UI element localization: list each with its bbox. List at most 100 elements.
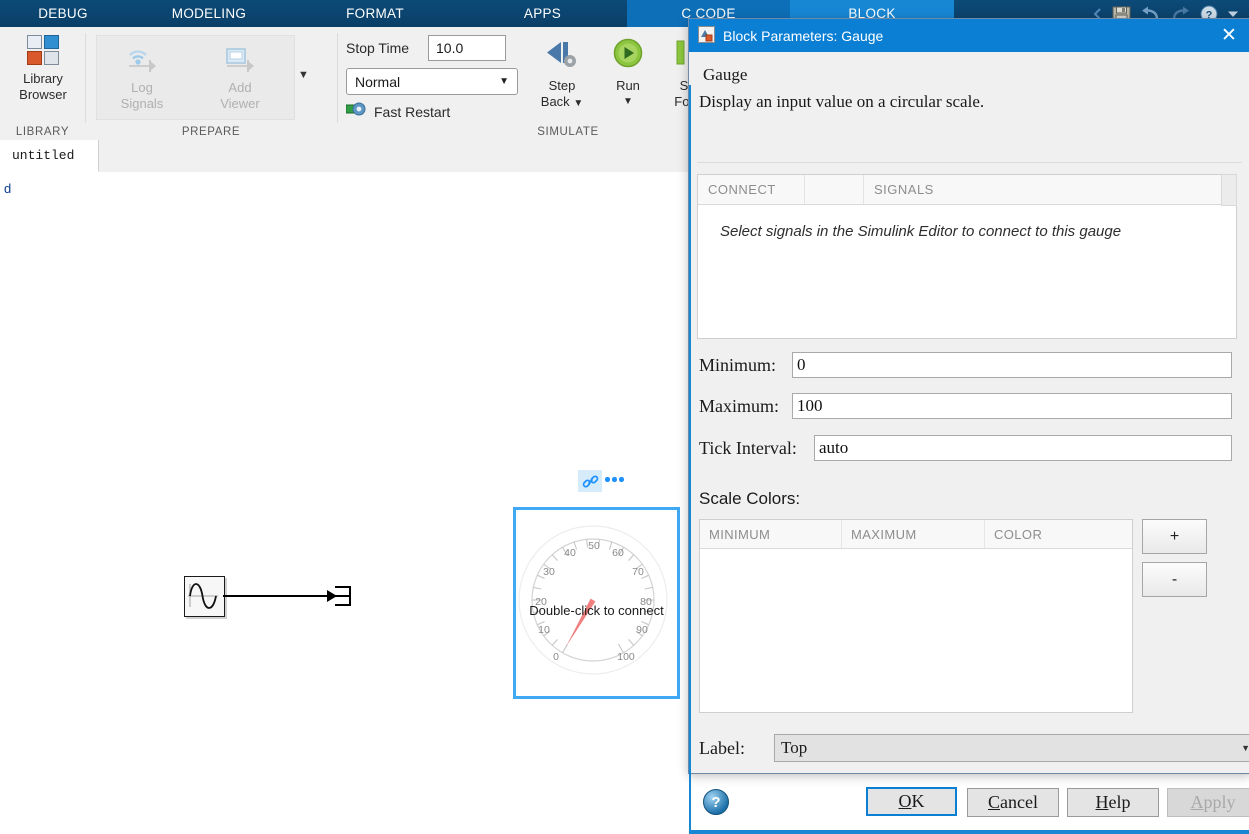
stop-time-label: Stop Time xyxy=(346,40,410,56)
library-browser-label-2: Browser xyxy=(19,87,67,102)
step-back-label-1: Step xyxy=(548,78,576,93)
breadcrumb-text: d xyxy=(4,180,12,196)
tick-interval-field-row: Tick Interval: auto xyxy=(699,435,1232,461)
dialog-left-accent xyxy=(689,85,691,830)
connect-column-signals: SIGNALS xyxy=(874,182,934,197)
tick-interval-label: Tick Interval: xyxy=(699,437,797,458)
ribbon-tab-label: FORMAT xyxy=(346,6,404,21)
label-field-label: Label: xyxy=(699,737,745,758)
block-parameters-dialog: Block Parameters: Gauge ✕ Gauge Display … xyxy=(688,18,1249,834)
log-signals-button[interactable]: Log Signals xyxy=(96,41,188,112)
ribbon-tab-apps[interactable]: APPS xyxy=(458,0,627,27)
link-icon[interactable] xyxy=(578,470,602,492)
simulink-block-icon xyxy=(698,25,715,46)
dialog-block-name: Gauge xyxy=(703,65,748,84)
label-position-select[interactable]: Top ▼ xyxy=(774,734,1249,762)
maximum-input[interactable]: 100 xyxy=(792,393,1232,419)
connect-column-blank xyxy=(805,175,864,204)
cancel-button-mnemonic: C xyxy=(988,792,1001,812)
log-signals-label-1: Log xyxy=(131,80,153,95)
label-field-row: Label: Top ▼ xyxy=(699,734,1249,762)
maximum-label: Maximum: xyxy=(699,395,779,416)
chevron-down-icon[interactable]: ▼ xyxy=(623,94,633,110)
apply-button[interactable]: Apply xyxy=(1167,788,1249,817)
ellipsis-icon[interactable] xyxy=(605,477,624,485)
dialog-body: Gauge Display an input value on a circul… xyxy=(689,52,1249,834)
run-label: Run xyxy=(616,78,640,93)
close-icon[interactable]: ✕ xyxy=(1214,19,1244,52)
add-scale-color-button[interactable]: + xyxy=(1142,519,1207,554)
add-viewer-label-1: Add xyxy=(228,80,252,95)
chevron-down-icon[interactable] xyxy=(1227,9,1239,19)
fast-restart-icon xyxy=(345,101,367,122)
help-button-label: elp xyxy=(1108,792,1131,812)
gauge-tick-label-60: 60 xyxy=(612,547,624,559)
connect-column-connect: CONNECT xyxy=(698,175,805,204)
gauge-block[interactable]: 0 10 20 30 40 50 60 70 80 90 100 Double-… xyxy=(513,507,680,699)
apply-button-label: pply xyxy=(1203,792,1236,812)
chevron-down-icon: ▼ xyxy=(499,76,509,87)
run-button[interactable]: Run ▼ xyxy=(600,37,656,110)
gauge-tick-label-100: 100 xyxy=(617,651,635,663)
dialog-title-text: Block Parameters: Gauge xyxy=(723,27,884,44)
scale-colors-column-minimum: MINIMUM xyxy=(700,520,842,548)
tick-interval-input[interactable]: auto xyxy=(814,435,1232,461)
library-browser-button[interactable]: Library Browser xyxy=(1,35,85,103)
step-back-button[interactable]: Step Back ▼ xyxy=(526,37,598,112)
model-tab-untitled[interactable]: untitled xyxy=(0,140,99,172)
port-bar-spine xyxy=(349,586,351,606)
add-viewer-button[interactable]: Add Viewer xyxy=(194,41,286,112)
ribbon-tab-modeling[interactable]: MODELING xyxy=(126,0,292,27)
ribbon-tab-format[interactable]: FORMAT xyxy=(292,0,458,27)
add-viewer-label-2: Viewer xyxy=(220,96,260,111)
table-scroll-corner xyxy=(1221,174,1237,206)
gauge-tick-label-70: 70 xyxy=(632,566,644,578)
prepare-more-icon[interactable]: ▼ xyxy=(298,69,309,81)
cancel-button[interactable]: Cancel xyxy=(967,788,1059,817)
ribbon-group-simulate: Stop Time 10.0 Normal ▼ Fast Restart Ste… xyxy=(338,27,694,140)
chevron-down-icon: ▼ xyxy=(573,98,584,109)
gauge-tick-label-50: 50 xyxy=(588,540,600,552)
fast-restart-button[interactable]: Fast Restart xyxy=(345,101,450,122)
dialog-title-bar[interactable]: Block Parameters: Gauge ✕ xyxy=(689,19,1249,52)
remove-scale-color-button[interactable]: - xyxy=(1142,562,1207,597)
ok-button-mnemonic: O xyxy=(898,791,912,811)
scale-colors-table[interactable]: MINIMUM MAXIMUM COLOR xyxy=(699,519,1133,713)
ok-button[interactable]: OK xyxy=(866,787,957,816)
scale-colors-header: MINIMUM MAXIMUM COLOR xyxy=(700,520,1132,549)
step-back-icon xyxy=(543,37,581,76)
gauge-connect-caption: Double-click to connect xyxy=(529,603,664,618)
library-browser-icon xyxy=(27,35,59,65)
stop-time-input[interactable]: 10.0 xyxy=(428,35,506,61)
minimum-input[interactable]: 0 xyxy=(792,352,1232,378)
simulation-mode-select[interactable]: Normal ▼ xyxy=(346,68,518,95)
sine-wave-block[interactable] xyxy=(184,576,225,617)
simulation-mode-value: Normal xyxy=(355,73,401,90)
gauge-tick-label-0: 0 xyxy=(553,651,559,663)
gauge-tick-label-10: 10 xyxy=(538,624,550,636)
help-button-mnemonic: H xyxy=(1095,792,1109,812)
log-signals-label-2: Signals xyxy=(120,96,164,111)
dialog-footer: ? OK Cancel Help Apply xyxy=(689,775,1249,830)
add-viewer-icon xyxy=(222,41,258,78)
dialog-bottom-accent xyxy=(689,830,1249,834)
gauge-tick-label-40: 40 xyxy=(564,547,576,559)
ribbon-group-label-library: LIBRARY xyxy=(15,126,70,138)
gauge-badges xyxy=(578,470,624,492)
ribbon-group-prepare: Log Signals Add Viewer ▼ PREPARE xyxy=(86,27,336,140)
gauge-tick-label-90: 90 xyxy=(636,624,648,636)
label-position-value: Top xyxy=(781,738,808,757)
ribbon-tab-label: MODELING xyxy=(171,6,247,21)
help-icon[interactable]: ? xyxy=(703,789,729,815)
ribbon-tab-debug[interactable]: DEBUG xyxy=(0,0,126,27)
minimum-field-row: Minimum: 0 xyxy=(699,352,1232,378)
connect-signals-table[interactable]: CONNECT SIGNALS Select signals in the Si… xyxy=(697,174,1237,339)
connect-table-header: CONNECT SIGNALS xyxy=(698,175,1236,205)
ribbon-group-label-prepare: PREPARE xyxy=(181,126,241,138)
connect-empty-message: Select signals in the Simulink Editor to… xyxy=(720,223,1122,240)
scale-colors-label: Scale Colors: xyxy=(699,489,801,508)
signal-line[interactable] xyxy=(223,595,333,597)
help-button[interactable]: Help xyxy=(1067,788,1159,817)
minimum-label: Minimum: xyxy=(699,354,777,375)
scale-colors-column-maximum: MAXIMUM xyxy=(842,520,985,548)
